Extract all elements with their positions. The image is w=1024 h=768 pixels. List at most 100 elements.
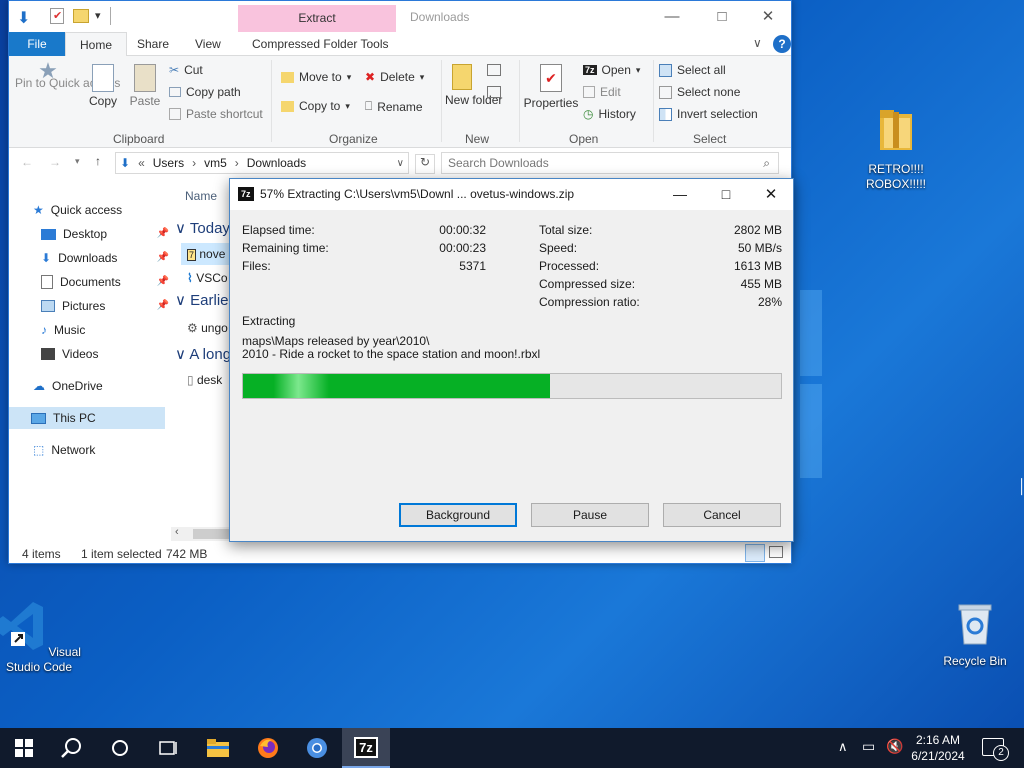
nav-videos[interactable]: Videos [41, 343, 175, 365]
nav-pictures[interactable]: Pictures 📌 [41, 295, 175, 317]
scroll-left-icon[interactable]: ‹ [175, 526, 179, 538]
group-header-today[interactable]: ∨ Today [175, 219, 230, 237]
refresh-icon[interactable]: ↻ [415, 154, 435, 174]
new-folder-icon[interactable] [73, 9, 89, 23]
invert-selection-button[interactable]: Invert selection [659, 107, 758, 121]
breadcrumb-overflow[interactable]: « [138, 156, 145, 170]
tab-file[interactable]: File [9, 32, 65, 56]
forward-arrow-icon[interactable]: → [49, 155, 61, 169]
help-icon[interactable]: ? [773, 35, 791, 53]
back-arrow-icon[interactable]: ← [21, 155, 33, 169]
pin-to-quick-access-button[interactable]: ★ Pin to Quick access [15, 60, 120, 90]
desktop-icon-vscode[interactable]: Visual Studio Code [0, 600, 81, 675]
select-all-icon [659, 63, 672, 77]
copy-to-button[interactable]: Copy to ▾ [281, 99, 350, 113]
large-icons-view-icon[interactable] [769, 546, 783, 558]
group-label: Today [189, 220, 230, 237]
minimize-button[interactable]: — [649, 4, 695, 30]
taskbar-firefox[interactable] [244, 728, 292, 768]
background-button[interactable]: Background [399, 503, 517, 527]
rename-button[interactable]: ⎕ Rename [365, 99, 423, 114]
qat-dropdown-icon[interactable]: ▾ [95, 9, 101, 22]
pin-icon[interactable]: 📌 [157, 295, 169, 317]
copy-button[interactable]: Copy [87, 64, 119, 108]
maximize-button[interactable]: □ [699, 4, 745, 30]
nav-this-pc[interactable]: This PC [9, 407, 165, 429]
task-view-button[interactable] [144, 728, 192, 768]
cortana-button[interactable] [96, 728, 144, 768]
nav-documents[interactable]: Documents 📌 [41, 271, 175, 293]
history-button[interactable]: ◷ History [583, 107, 636, 121]
cut-button[interactable]: ✂ Cut [169, 63, 203, 77]
paste-shortcut-button[interactable]: Paste shortcut [169, 107, 263, 121]
tab-compressed-folder-tools[interactable]: Compressed Folder Tools [238, 32, 403, 56]
details-view-icon[interactable] [745, 544, 765, 562]
stat-label: Elapsed time: [242, 223, 315, 237]
select-all-button[interactable]: Select all [659, 63, 726, 77]
file-row[interactable]: ▯ desk [187, 369, 222, 391]
desktop-icon-retro-folder[interactable]: RETRO!!!! ROBOX!!!!! [854, 108, 938, 192]
pin-icon[interactable]: 📌 [157, 271, 169, 293]
easy-access-icon[interactable] [487, 86, 501, 98]
dialog-minimize-button[interactable]: — [660, 179, 700, 210]
edit-icon [583, 86, 595, 98]
desktop-icon-recycle-bin[interactable]: Recycle Bin [933, 602, 1017, 669]
dialog-close-button[interactable]: ✕ [750, 179, 792, 210]
pin-icon[interactable]: 📌 [157, 247, 169, 269]
search-input[interactable]: Search Downloads ⌕ [441, 152, 779, 174]
breadcrumb-users[interactable]: Users [153, 156, 184, 170]
ribbon-collapse-icon[interactable]: ∨ [753, 36, 762, 50]
new-item-icon[interactable] [487, 64, 501, 76]
tab-home[interactable]: Home [65, 32, 128, 57]
up-arrow-icon[interactable]: ↑ [95, 154, 101, 168]
nav-network[interactable]: ⬚ Network [33, 439, 167, 461]
stat-value-processed: 1613 MB [733, 259, 782, 273]
recent-dropdown-icon[interactable]: ▾ [75, 156, 80, 167]
tab-view[interactable]: View [181, 32, 235, 56]
show-hidden-icons-icon[interactable]: ∧ [838, 739, 848, 755]
move-to-button[interactable]: Move to ▾ [281, 70, 351, 84]
delete-button[interactable]: ✖ Delete ▾ [365, 70, 424, 84]
start-button[interactable] [0, 728, 48, 768]
nav-quick-access[interactable]: ★ Quick access [33, 199, 167, 221]
open-button[interactable]: 7z Open ▾ [583, 63, 640, 77]
column-header-name[interactable]: Name [185, 189, 217, 203]
taskbar-chromium[interactable] [293, 728, 341, 768]
address-bar[interactable]: ⬇ « Users › vm5 › Downloads ∨ [115, 152, 409, 174]
context-tab-extract[interactable]: Extract [238, 5, 396, 32]
pause-button[interactable]: Pause [531, 503, 649, 527]
edit-button[interactable]: Edit [583, 85, 621, 99]
7zip-icon: 7z [354, 736, 378, 758]
group-header-long-ago[interactable]: ∨ A long [175, 345, 231, 363]
taskbar-clock[interactable]: 2:16 AM 6/21/2024 [905, 732, 971, 764]
copy-path-button[interactable]: Copy path [169, 85, 241, 99]
nav-music[interactable]: ♪ Music [41, 319, 175, 341]
close-button[interactable]: ✕ [745, 4, 791, 30]
nav-desktop[interactable]: Desktop 📌 [41, 223, 175, 245]
pin-icon[interactable]: 📌 [157, 223, 169, 245]
address-dropdown-icon[interactable]: ∨ [397, 158, 404, 169]
select-none-button[interactable]: Select none [659, 85, 740, 99]
file-row[interactable]: ⌇ VSCo [187, 267, 228, 289]
down-arrow-icon[interactable]: ⬇ [17, 8, 30, 28]
breadcrumb-downloads[interactable]: Downloads [247, 156, 306, 170]
properties-button[interactable]: ✔ Properties [523, 64, 579, 110]
search-button[interactable] [48, 728, 96, 768]
new-folder-button[interactable]: New folder [445, 64, 502, 107]
breadcrumb-vm5[interactable]: vm5 [204, 156, 227, 170]
taskbar-7zip[interactable]: 7z [342, 728, 390, 768]
vscode-file-icon: ⌇ [187, 271, 193, 285]
nav-downloads[interactable]: ⬇ Downloads 📌 [41, 247, 175, 269]
tab-share[interactable]: Share [123, 32, 183, 56]
nav-onedrive[interactable]: ☁ OneDrive [33, 375, 167, 397]
taskbar-file-explorer[interactable] [194, 728, 242, 768]
file-row[interactable]: ⚙ ungo [187, 317, 228, 339]
volume-muted-icon[interactable]: 🔇 [886, 738, 903, 755]
properties-checkbox-icon[interactable]: ✔ [50, 8, 64, 24]
network-status-icon[interactable]: ▭ [862, 738, 875, 755]
dialog-maximize-button[interactable]: □ [706, 179, 746, 210]
group-header-earlier[interactable]: ∨ Earlier [175, 291, 234, 309]
cancel-button[interactable]: Cancel [663, 503, 781, 527]
paste-button[interactable]: Paste [129, 64, 161, 108]
notification-center-icon[interactable]: 2 [982, 738, 1009, 761]
